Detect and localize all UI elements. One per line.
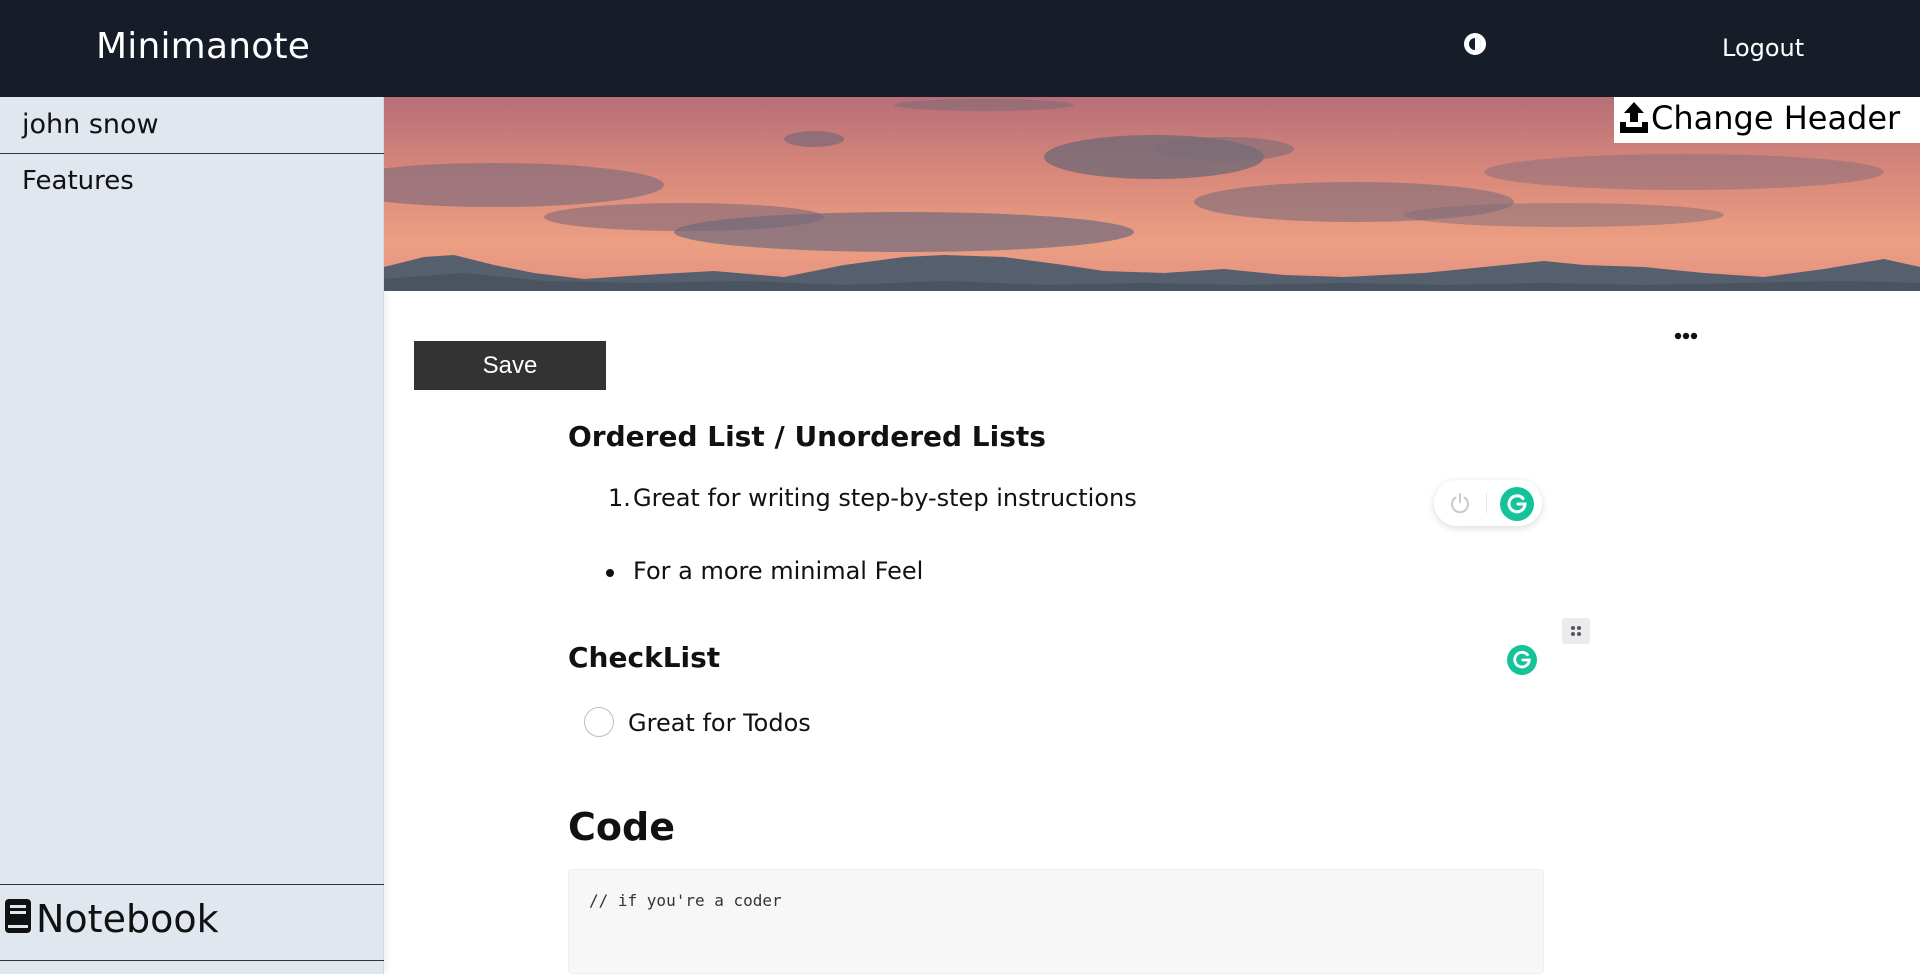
- user-name: john snow: [22, 109, 159, 140]
- grammarly-widget: [1434, 480, 1542, 526]
- grammarly-icon[interactable]: [1506, 644, 1538, 676]
- todo-checkbox[interactable]: [584, 707, 614, 737]
- power-icon[interactable]: [1448, 491, 1472, 515]
- save-button[interactable]: Save: [414, 341, 606, 390]
- drag-handle-icon[interactable]: [1562, 618, 1590, 644]
- grammarly-icon[interactable]: [1500, 487, 1534, 521]
- divider: [0, 960, 384, 961]
- divider: [1486, 493, 1487, 513]
- change-header-button[interactable]: Change Header: [1614, 97, 1920, 143]
- contrast-icon[interactable]: [1462, 31, 1488, 57]
- code-heading[interactable]: Code: [568, 805, 675, 849]
- sidebar-notebook[interactable]: Notebook: [0, 884, 384, 974]
- checklist-heading[interactable]: CheckList: [568, 641, 720, 674]
- unordered-list-item[interactable]: For a more minimal Feel: [633, 557, 923, 585]
- change-header-label: Change Header: [1651, 99, 1901, 137]
- more-horizontal-icon[interactable]: [1672, 328, 1700, 344]
- bullet-icon: [606, 569, 614, 577]
- app-title[interactable]: Minimanote: [96, 26, 310, 67]
- checklist-item[interactable]: Great for Todos: [628, 709, 811, 737]
- logout-button[interactable]: Logout: [1722, 34, 1804, 62]
- sidebar: john snow Features Notebook: [0, 97, 384, 974]
- sidebar-user: john snow: [0, 97, 384, 154]
- code-text[interactable]: // if you're a coder: [589, 891, 782, 910]
- ordered-list-item[interactable]: Great for writing step-by-step instructi…: [633, 484, 1137, 512]
- upload-icon: [1618, 100, 1650, 134]
- ordered-list-heading[interactable]: Ordered List / Unordered Lists: [568, 420, 1046, 453]
- sidebar-item-features[interactable]: Features: [22, 166, 134, 196]
- code-block[interactable]: // if you're a coder: [568, 869, 1544, 974]
- top-bar: Minimanote Logout: [0, 0, 1920, 97]
- ordered-list-number: 1.: [608, 484, 631, 512]
- notebook-label: Notebook: [36, 897, 219, 941]
- book-icon: [4, 898, 32, 934]
